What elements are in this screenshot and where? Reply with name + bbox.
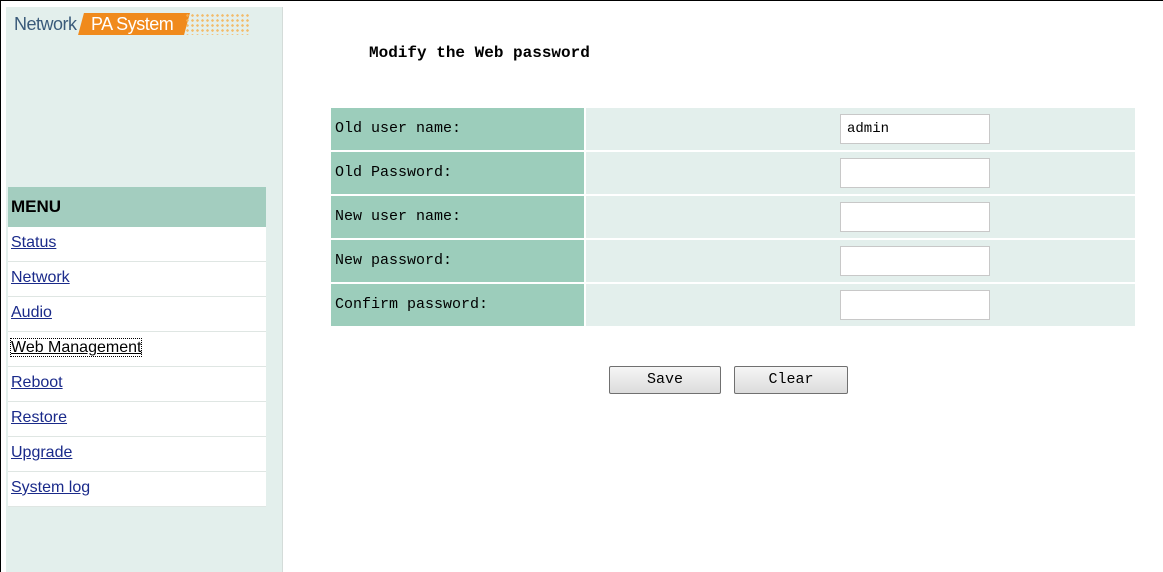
menu-link-web-management[interactable]: Web Management xyxy=(9,338,143,357)
form-row-confirm-password: Confirm password: xyxy=(331,284,1135,326)
menu-link-status[interactable]: Status xyxy=(11,234,56,251)
menu-link-system-log[interactable]: System log xyxy=(11,479,90,496)
form-row-new-password: New password: xyxy=(331,240,1135,282)
sidebar: Network PA System MENU Status Network Au… xyxy=(6,7,283,572)
menu-link-reboot[interactable]: Reboot xyxy=(11,374,63,391)
confirm-password-label: Confirm password: xyxy=(331,284,584,326)
menu-item-restore[interactable]: Restore xyxy=(8,402,266,437)
logo-network-text: Network xyxy=(14,14,77,34)
old-user-name-input[interactable] xyxy=(840,114,990,144)
menu-header: MENU xyxy=(8,187,266,227)
save-button[interactable]: Save xyxy=(609,366,721,394)
menu-item-upgrade[interactable]: Upgrade xyxy=(8,437,266,472)
new-user-name-label: New user name: xyxy=(331,196,584,238)
page-title: Modify the Web password xyxy=(369,44,590,62)
new-password-label: New password: xyxy=(331,240,584,282)
form-row-old-password: Old Password: xyxy=(331,152,1135,194)
new-user-name-input[interactable] xyxy=(840,202,990,232)
password-form: Old user name: Old Password: New user na… xyxy=(331,108,1135,328)
logo: Network PA System xyxy=(14,13,249,41)
menu-link-audio[interactable]: Audio xyxy=(11,304,52,321)
menu-item-audio[interactable]: Audio xyxy=(8,297,266,332)
old-password-label: Old Password: xyxy=(331,152,584,194)
menu-item-reboot[interactable]: Reboot xyxy=(8,367,266,402)
form-row-new-user-name: New user name: xyxy=(331,196,1135,238)
menu-item-system-log[interactable]: System log xyxy=(8,472,266,507)
logo-dots-decoration xyxy=(184,13,249,35)
new-password-input[interactable] xyxy=(840,246,990,276)
confirm-password-cell xyxy=(586,284,1135,326)
old-password-input[interactable] xyxy=(840,158,990,188)
confirm-password-input[interactable] xyxy=(840,290,990,320)
menu-link-network[interactable]: Network xyxy=(11,269,70,286)
menu-item-web-management[interactable]: Web Management xyxy=(8,332,266,367)
menu-link-restore[interactable]: Restore xyxy=(11,409,67,426)
clear-button[interactable]: Clear xyxy=(734,366,848,394)
menu-link-upgrade[interactable]: Upgrade xyxy=(11,444,72,461)
logo-pa-system: PA System xyxy=(77,13,190,35)
menu: MENU Status Network Audio Web Management… xyxy=(8,187,266,507)
new-password-cell xyxy=(586,240,1135,282)
new-user-name-cell xyxy=(586,196,1135,238)
form-row-old-user-name: Old user name: xyxy=(331,108,1135,150)
menu-item-status[interactable]: Status xyxy=(8,227,266,262)
menu-item-network[interactable]: Network xyxy=(8,262,266,297)
old-user-name-cell xyxy=(586,108,1135,150)
old-user-name-label: Old user name: xyxy=(331,108,584,150)
old-password-cell xyxy=(586,152,1135,194)
